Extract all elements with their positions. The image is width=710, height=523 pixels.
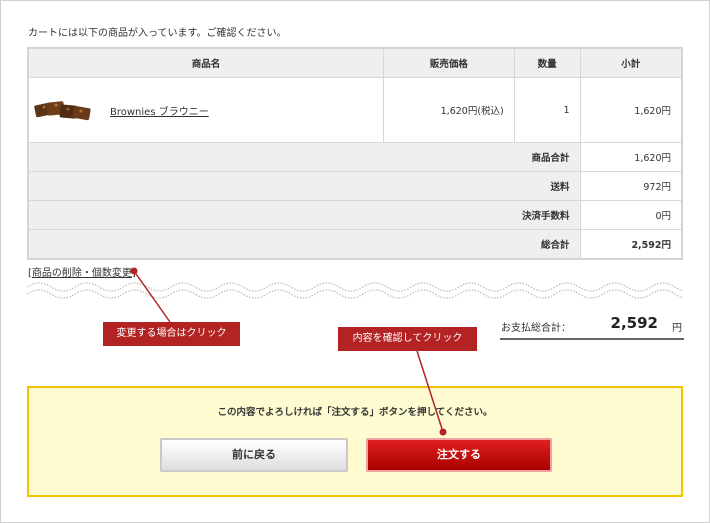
summary-value: 972円	[579, 171, 683, 201]
summary-label: 総合計	[27, 229, 581, 260]
summary-value: 2,592円	[579, 229, 683, 260]
cart-intro-text: カートには以下の商品が入っています。ご確認ください。	[28, 28, 287, 39]
summary-row-payment-fee: 決済手数料 0円	[27, 200, 683, 230]
place-order-button[interactable]: 注文する	[366, 438, 552, 472]
payment-total: お支払総合計： 2,592 円	[500, 312, 684, 340]
item-price: 1,620円(税込)	[383, 77, 515, 143]
summary-value: 0円	[579, 200, 683, 230]
summary-row-goods-total: 商品合計 1,620円	[27, 142, 683, 172]
payment-total-value: 2,592	[610, 314, 658, 332]
summary-value: 1,620円	[579, 142, 683, 172]
payment-total-label: お支払総合計：	[501, 323, 571, 334]
item-quantity: 1	[513, 77, 581, 143]
header-quantity: 数量	[513, 47, 581, 78]
wave-divider	[27, 282, 683, 299]
order-confirm-box: この内容でよろしければ「注文する」ボタンを押してください。 前に戻る 注文する	[27, 386, 683, 497]
back-button[interactable]: 前に戻る	[160, 438, 348, 472]
header-subtotal: 小計	[579, 47, 683, 78]
header-product-name: 商品名	[27, 47, 385, 78]
bracket-close: ]	[131, 268, 136, 279]
header-price: 販売価格	[383, 47, 515, 78]
callout-confirm: 内容を確認してクリック	[338, 327, 477, 351]
cart-header-row: 商品名 販売価格 数量 小計	[27, 47, 683, 78]
product-cell: Brownies ブラウニー	[27, 77, 385, 143]
brownie-product-image[interactable]	[34, 95, 92, 125]
cart-table: 商品名 販売価格 数量 小計 Brownies ブラウニー 1,620円(税込)	[27, 47, 683, 260]
summary-row-shipping: 送料 972円	[27, 171, 683, 201]
payment-total-unit: 円	[672, 323, 682, 334]
product-name-link[interactable]: Brownies ブラウニー	[110, 103, 209, 118]
summary-row-grand-total: 総合計 2,592円	[27, 229, 683, 260]
summary-label: 送料	[27, 171, 581, 201]
confirm-message: この内容でよろしければ「注文する」ボタンを押してください。	[217, 407, 493, 418]
callout-change: 変更する場合はクリック	[103, 322, 240, 346]
item-subtotal: 1,620円	[579, 77, 683, 143]
summary-label: 決済手数料	[27, 200, 581, 230]
table-row: Brownies ブラウニー 1,620円(税込) 1 1,620円	[27, 77, 683, 143]
summary-label: 商品合計	[27, 142, 581, 172]
edit-cart-link[interactable]: [商品の削除・個数変更]	[28, 264, 136, 279]
edit-cart-link-text[interactable]: 商品の削除・個数変更	[32, 268, 132, 279]
